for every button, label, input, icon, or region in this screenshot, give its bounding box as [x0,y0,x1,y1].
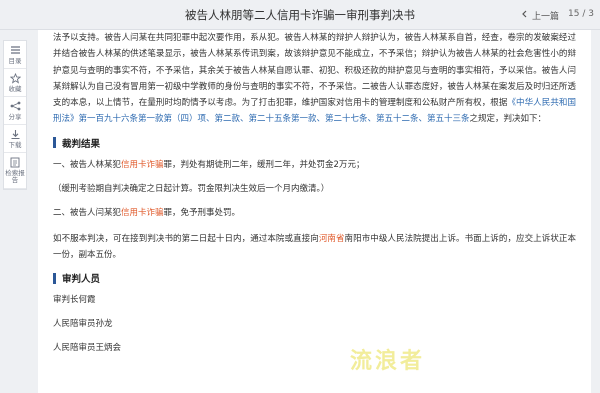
prev-article-button[interactable]: 上一篇 [521,9,559,22]
section-title: 裁判结果 [62,138,101,150]
sidebar-item-report[interactable]: 检索报告 [4,153,26,189]
crime-keyword-link[interactable]: 信用卡诈骗 [121,160,164,170]
verdict-text: 二、被告人闫某犯 [53,207,122,218]
appeal-text: 如不服本判决，可在接到判决书的第二日起十日内，通过本院或直接向 [53,233,319,244]
section-title: 审判人员 [62,274,101,286]
verdict-text: 罪，判处有期徒刑二年，缓刑二年，并处罚金2万元； [163,159,365,170]
judge-name: 审判长何霞 [53,295,96,306]
document-title: 被告人林朋等二人信用卡诈骗一审刑事判决书 [185,8,415,22]
reasoning-paragraph: 法予以支持。被告人闫某在共同犯罪中起次要作用，系从犯。被告人林某的辩护人辩护认为… [53,30,576,128]
sidebar-item-download[interactable]: 下载 [4,125,26,153]
share-icon [9,101,21,112]
judge-name: 人民陪审员孙龙 [53,319,113,330]
download-icon [9,129,21,140]
verdict-text: 罪，免予刑事处罚。 [163,207,241,218]
sidebar-item-share[interactable]: 分享 [4,97,26,125]
sidebar-item-label: 分享 [8,112,22,121]
page-counter: 15 / 3 [568,9,594,19]
reasoning-tail: 之规定，判决如下： [469,114,547,125]
report-icon [9,157,21,168]
list-icon [9,45,21,56]
arrow-left-icon [521,10,529,21]
section-marker [53,272,56,284]
verdict-note: （缓刑考验期自判决确定之日起计算。罚金限判决生效后一个月内缴清。） [53,183,330,194]
sidebar-item-label: 检索报告 [5,169,25,184]
verdict-text: 一、被告人林某犯 [53,159,122,170]
sidebar-item-toc[interactable]: 目录 [4,41,26,69]
document-content: 法予以支持。被告人闫某在共同犯罪中起次要作用，系从犯。被告人林某的辩护人辩护认为… [38,30,591,393]
judge-name: 人民陪审员王炳会 [53,343,122,354]
sidebar-item-label: 目录 [8,56,22,65]
section-heading-judges: 审判人员 [53,271,576,285]
place-keyword-link[interactable]: 河南省 [319,234,345,244]
sidebar-item-label: 收藏 [8,84,22,93]
sidebar-item-label: 下载 [8,140,22,149]
top-bar: 被告人林朋等二人信用卡诈骗一审刑事判决书 上一篇 15 / 3 [0,0,600,30]
verdict-item-1: 一、被告人林某犯信用卡诈骗罪，判处有期徒刑二年，缓刑二年，并处罚金2万元； [53,158,576,172]
prev-article-label: 上一篇 [532,12,560,22]
crime-keyword-link[interactable]: 信用卡诈骗 [121,208,164,218]
verdict-item-2: 二、被告人闫某犯信用卡诈骗罪，免予刑事处罚。 [53,206,576,220]
sidebar-item-favorite[interactable]: 收藏 [4,69,26,97]
watermark: 流浪者 [350,349,426,374]
sidebar-toolbar: 目录 收藏 分享 下载 检索报告 [3,40,27,190]
section-heading-result: 裁判结果 [53,136,576,150]
reasoning-text: 法予以支持。被告人闫某在共同犯罪中起次要作用，系从犯。被告人林某的辩护人辩护认为… [53,33,576,109]
star-icon [9,72,21,84]
section-marker [53,137,56,149]
appeal-paragraph: 如不服本判决，可在接到判决书的第二日起十日内，通过本院或直接向河南省南阳市中级人… [53,231,576,264]
